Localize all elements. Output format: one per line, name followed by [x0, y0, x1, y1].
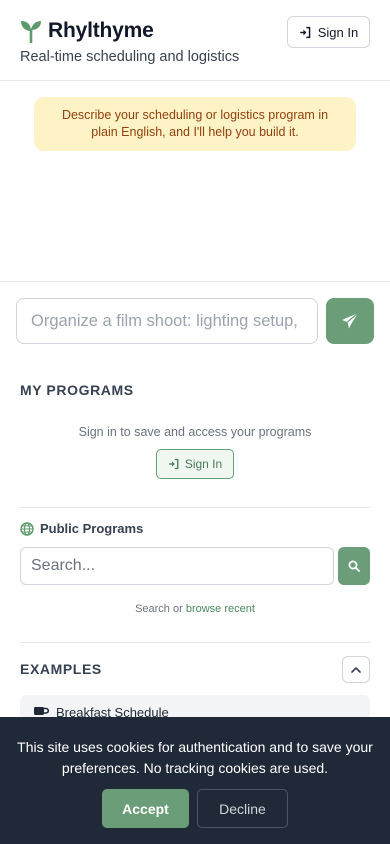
assistant-intro-message: Describe your scheduling or logistics pr…: [34, 97, 356, 151]
chevron-up-icon: [351, 666, 361, 673]
send-button[interactable]: [326, 298, 374, 344]
browse-recent-link[interactable]: browse recent: [186, 603, 255, 615]
public-programs-title: Public Programs: [40, 521, 144, 536]
header-sign-in-button[interactable]: Sign In: [287, 16, 370, 48]
app-tagline: Real-time scheduling and logistics: [20, 49, 240, 65]
examples-heading: EXAMPLES: [20, 661, 102, 677]
public-programs-search-button[interactable]: [338, 547, 370, 585]
program-description-input[interactable]: [16, 298, 318, 344]
decline-cookies-button[interactable]: Decline: [197, 789, 288, 828]
my-programs-sign-in-button[interactable]: Sign In: [156, 449, 234, 479]
examples-collapse-button[interactable]: [342, 656, 370, 683]
search-icon: [348, 560, 360, 572]
chat-area: Describe your scheduling or logistics pr…: [0, 81, 390, 282]
header-sign-in-label: Sign In: [317, 24, 359, 40]
search-hint-text: Search or: [135, 603, 183, 615]
cookie-message: This site uses cookies for authenticatio…: [17, 739, 373, 776]
my-programs-hint: Sign in to save and access your programs: [78, 425, 312, 439]
brand[interactable]: Rhylthyme: [20, 19, 154, 43]
my-programs-heading: MY PROGRAMS: [20, 382, 134, 398]
sprout-logo-icon: [21, 21, 41, 43]
app-name: Rhylthyme: [48, 19, 154, 42]
app-header: Rhylthyme Real-time scheduling and logis…: [0, 0, 390, 81]
sign-in-icon: [168, 458, 179, 470]
paper-plane-icon: [342, 312, 359, 329]
composer: [0, 282, 390, 362]
public-programs-search-input[interactable]: [20, 547, 334, 585]
my-programs-sign-in-label: Sign In: [184, 457, 223, 471]
cookie-banner: This site uses cookies for authenticatio…: [0, 717, 390, 844]
sign-in-icon: [299, 26, 311, 38]
accept-cookies-button[interactable]: Accept: [102, 789, 189, 828]
section-divider: [20, 507, 370, 508]
section-divider: [20, 642, 370, 643]
globe-icon: [20, 521, 34, 536]
search-hint: Search or browse recent: [0, 603, 390, 615]
public-programs-heading: Public Programs: [20, 521, 143, 536]
